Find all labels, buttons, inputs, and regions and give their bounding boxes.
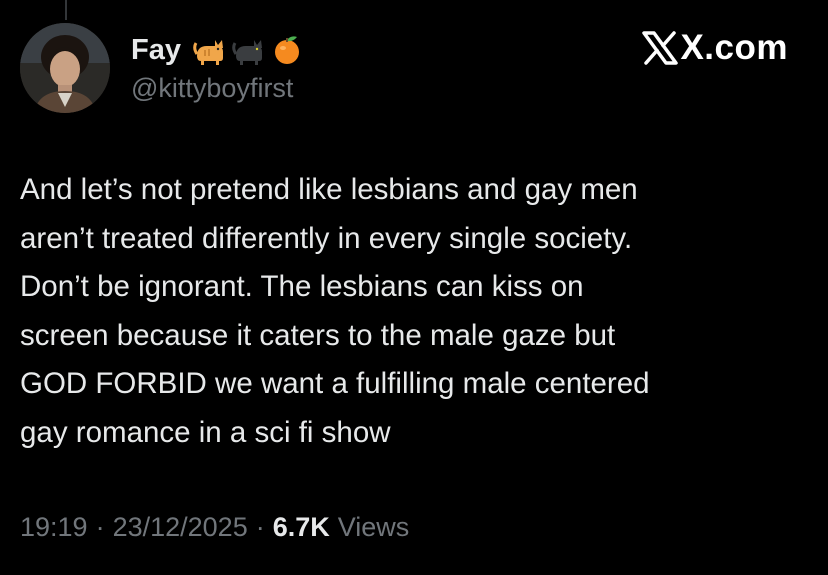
tweet-metadata: 19:19 · 23/12/2025 · 6.7K Views bbox=[20, 512, 409, 543]
x-com-brand: X.com bbox=[642, 30, 788, 65]
author-display-name[interactable]: Fay bbox=[131, 35, 181, 65]
meta-separator: · bbox=[255, 512, 265, 542]
tweet-line: aren’t treated differently in every sing… bbox=[20, 221, 633, 255]
tweet-line: screen because it caters to the male gaz… bbox=[20, 318, 616, 352]
avatar[interactable] bbox=[20, 23, 110, 113]
black-cat-emoji bbox=[232, 40, 262, 65]
brand-domain-label: X.com bbox=[680, 28, 788, 67]
orange-cat-emoji bbox=[193, 40, 223, 65]
tweet-line: GOD FORBID we want a fulfilling male cen… bbox=[20, 367, 650, 401]
meta-separator: · bbox=[95, 512, 105, 542]
avatar-photo bbox=[20, 23, 110, 113]
tweet-time[interactable]: 19:19 bbox=[20, 512, 88, 543]
thread-connector-line bbox=[65, 0, 67, 20]
views-count[interactable]: 6.7K bbox=[273, 512, 330, 543]
tweet-date[interactable]: 23/12/2025 bbox=[113, 512, 248, 543]
tweet-body: And let’s not pretend like lesbians and … bbox=[20, 166, 810, 458]
name-emoji-group bbox=[193, 34, 303, 66]
tweet-line: gay romance in a sci fi show bbox=[20, 415, 391, 449]
x-logo-icon bbox=[642, 30, 679, 65]
author-handle[interactable]: @kittyboyfirst bbox=[131, 73, 293, 104]
tangerine-emoji bbox=[274, 36, 299, 64]
tweet-line: And let’s not pretend like lesbians and … bbox=[20, 173, 638, 206]
author-name-row: Fay bbox=[131, 30, 303, 70]
views-label: Views bbox=[337, 512, 410, 542]
tweet-line: Don’t be ignorant. The lesbians can kiss… bbox=[20, 270, 584, 304]
